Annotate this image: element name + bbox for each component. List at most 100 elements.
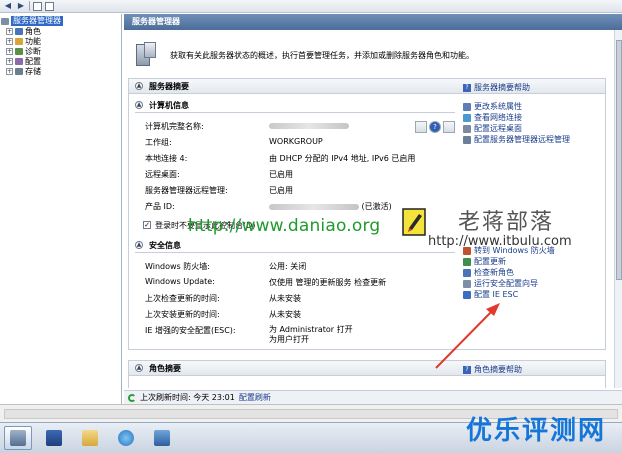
- info-key: Windows Update:: [145, 277, 215, 286]
- info-key: 上次检查更新的时间:: [145, 294, 220, 303]
- info-key: 本地连接 4:: [145, 154, 188, 163]
- checkbox[interactable]: ✓: [143, 221, 151, 229]
- security-row: IE 增强的安全配置(ESC): 为 Administrator 打开 为用户打…: [145, 325, 469, 347]
- folder-icon: [82, 430, 98, 446]
- expand-icon[interactable]: +: [6, 67, 13, 75]
- info-value: (已激活): [269, 201, 469, 213]
- role-summary-section: ▲ 角色摘要 ? 角色摘要帮助: [128, 360, 606, 388]
- task-label: 配置服务器管理器远程管理: [474, 135, 570, 144]
- server-manager-icon: [1, 17, 9, 25]
- task-label: 配置远程桌面: [474, 124, 522, 133]
- tree-item-roles[interactable]: + 角色: [0, 26, 121, 36]
- task-label: 检查新角色: [474, 268, 514, 277]
- server-icon: [136, 42, 158, 68]
- task-security-wizard[interactable]: 运行安全配置向导: [463, 278, 555, 289]
- section-title: 角色摘要: [149, 363, 181, 373]
- expand-icon[interactable]: +: [6, 47, 13, 55]
- security-row: Windows 防火墙: 公用: 关闭: [145, 261, 469, 273]
- task-change-system-properties[interactable]: 更改系统属性: [463, 101, 570, 112]
- task-label: 运行安全配置向导: [474, 279, 538, 288]
- watermark-brand-url: http://www.itbulu.com: [428, 234, 572, 249]
- intro-banner: 获取有关此服务器状态的概述，执行首要管理任务，并添加或删除服务器角色和功能。: [130, 36, 600, 74]
- ie-icon: [463, 290, 471, 299]
- task-remote-desktop[interactable]: 配置远程桌面: [463, 123, 570, 134]
- info-value: [269, 121, 469, 133]
- info-row: 服务器管理器远程管理: 已启用: [145, 185, 469, 197]
- forward-arrow-icon[interactable]: ▶: [16, 1, 26, 11]
- divider: [135, 112, 455, 113]
- configuration-icon: [15, 57, 23, 65]
- collapse-icon[interactable]: ▲: [135, 101, 143, 109]
- task-configure-ie-esc[interactable]: 配置 IE ESC: [463, 289, 555, 300]
- task-view-network[interactable]: 查看网络连接: [463, 112, 570, 123]
- collapse-icon[interactable]: ▲: [135, 241, 143, 249]
- section-title: 服务器摘要: [149, 81, 189, 91]
- expand-icon[interactable]: +: [6, 27, 13, 35]
- info-key: Windows 防火墙:: [145, 262, 210, 271]
- diagnostics-icon: [15, 47, 23, 55]
- taskbar-server-manager[interactable]: [4, 426, 32, 450]
- tree-root[interactable]: 服务器管理器: [1, 16, 121, 26]
- help-icon[interactable]: [45, 1, 54, 11]
- console-icon[interactable]: [33, 1, 42, 11]
- taskbar-remote-desktop[interactable]: [148, 426, 176, 450]
- redacted-value: [269, 203, 359, 210]
- tree-item-label: 存储: [25, 66, 41, 76]
- divider: [135, 252, 455, 253]
- page-title: 服务器管理器: [124, 14, 622, 30]
- server-summary-header[interactable]: ▲ 服务器摘要 ? 服务器摘要帮助: [129, 79, 605, 94]
- task-configure-updates[interactable]: 配置更新: [463, 256, 555, 267]
- security-row: 上次检查更新的时间: 从未安装: [145, 293, 469, 305]
- collapse-icon[interactable]: ▲: [135, 364, 143, 372]
- refresh-icon[interactable]: [128, 393, 136, 402]
- info-row: 远程桌面: 已启用: [145, 169, 469, 181]
- configure-refresh-link[interactable]: 配置刷新: [239, 392, 271, 403]
- taskbar-internet-explorer[interactable]: [112, 426, 140, 450]
- expand-icon[interactable]: +: [6, 37, 13, 45]
- taskbar-powershell[interactable]: [40, 426, 68, 450]
- ie-icon: [118, 430, 134, 446]
- security-row: 上次安装更新的时间: 从未安装: [145, 309, 469, 321]
- tree-item-features[interactable]: + 功能: [0, 36, 121, 46]
- intro-text: 获取有关此服务器状态的概述，执行首要管理任务，并添加或删除服务器角色和功能。: [170, 50, 474, 60]
- info-value: 从未安装: [269, 310, 301, 319]
- toolbar-divider: [29, 1, 30, 11]
- task-remote-management[interactable]: 配置服务器管理器远程管理: [463, 134, 570, 145]
- info-value: 公用: 关闭: [269, 262, 307, 271]
- storage-icon: [15, 67, 23, 75]
- server-summary-help-link[interactable]: ? 服务器摘要帮助: [463, 82, 530, 93]
- info-key: 产品 ID:: [145, 202, 175, 211]
- help-label: 角色摘要帮助: [474, 365, 522, 374]
- task-label: 配置更新: [474, 257, 506, 266]
- subsection-title: 计算机信息: [149, 100, 189, 110]
- powershell-icon: [46, 430, 62, 446]
- tree-item-configuration[interactable]: + 配置: [0, 56, 121, 66]
- task-label: 更改系统属性: [474, 102, 522, 111]
- last-refresh-text: 上次刷新时间: 今天 23:01: [140, 393, 235, 402]
- navigation-tree: 服务器管理器 + 角色 + 功能 + 诊断 + 配置 + 存储: [0, 14, 122, 406]
- computer-tasks: 更改系统属性 查看网络连接 配置远程桌面 配置服务器管理器远程管理: [463, 101, 570, 145]
- role-summary-header[interactable]: ▲ 角色摘要 ? 角色摘要帮助: [129, 361, 605, 376]
- taskbar-explorer[interactable]: [76, 426, 104, 450]
- info-row: 计算机完整名称:: [145, 121, 469, 133]
- expand-icon[interactable]: +: [6, 57, 13, 65]
- info-key: 上次安装更新的时间:: [145, 310, 220, 319]
- tree-root-label: 服务器管理器: [11, 16, 63, 26]
- info-key: 工作组:: [145, 138, 172, 147]
- remote-desktop-icon: [463, 124, 471, 133]
- task-label: 查看网络连接: [474, 113, 522, 122]
- server-manager-icon: [10, 430, 26, 446]
- refresh-status-bar: 上次刷新时间: 今天 23:01 配置刷新: [124, 390, 622, 404]
- info-key: IE 增强的安全配置(ESC):: [145, 326, 236, 335]
- info-value: 为 Administrator 打开 为用户打开: [269, 325, 469, 347]
- tree-item-storage[interactable]: + 存储: [0, 66, 121, 76]
- collapse-icon[interactable]: ▲: [135, 82, 143, 90]
- vertical-scrollbar[interactable]: [614, 30, 622, 388]
- info-value: 从未安装: [269, 294, 301, 303]
- tree-item-diagnostics[interactable]: + 诊断: [0, 46, 121, 56]
- task-check-roles[interactable]: 检查新角色: [463, 267, 555, 278]
- back-arrow-icon[interactable]: ◀: [3, 1, 13, 11]
- scrollbar-thumb[interactable]: [616, 40, 622, 280]
- role-summary-help-link[interactable]: ? 角色摘要帮助: [463, 364, 522, 375]
- security-row: Windows Update: 仅使用 管理的更新服务 检查更新: [145, 277, 469, 289]
